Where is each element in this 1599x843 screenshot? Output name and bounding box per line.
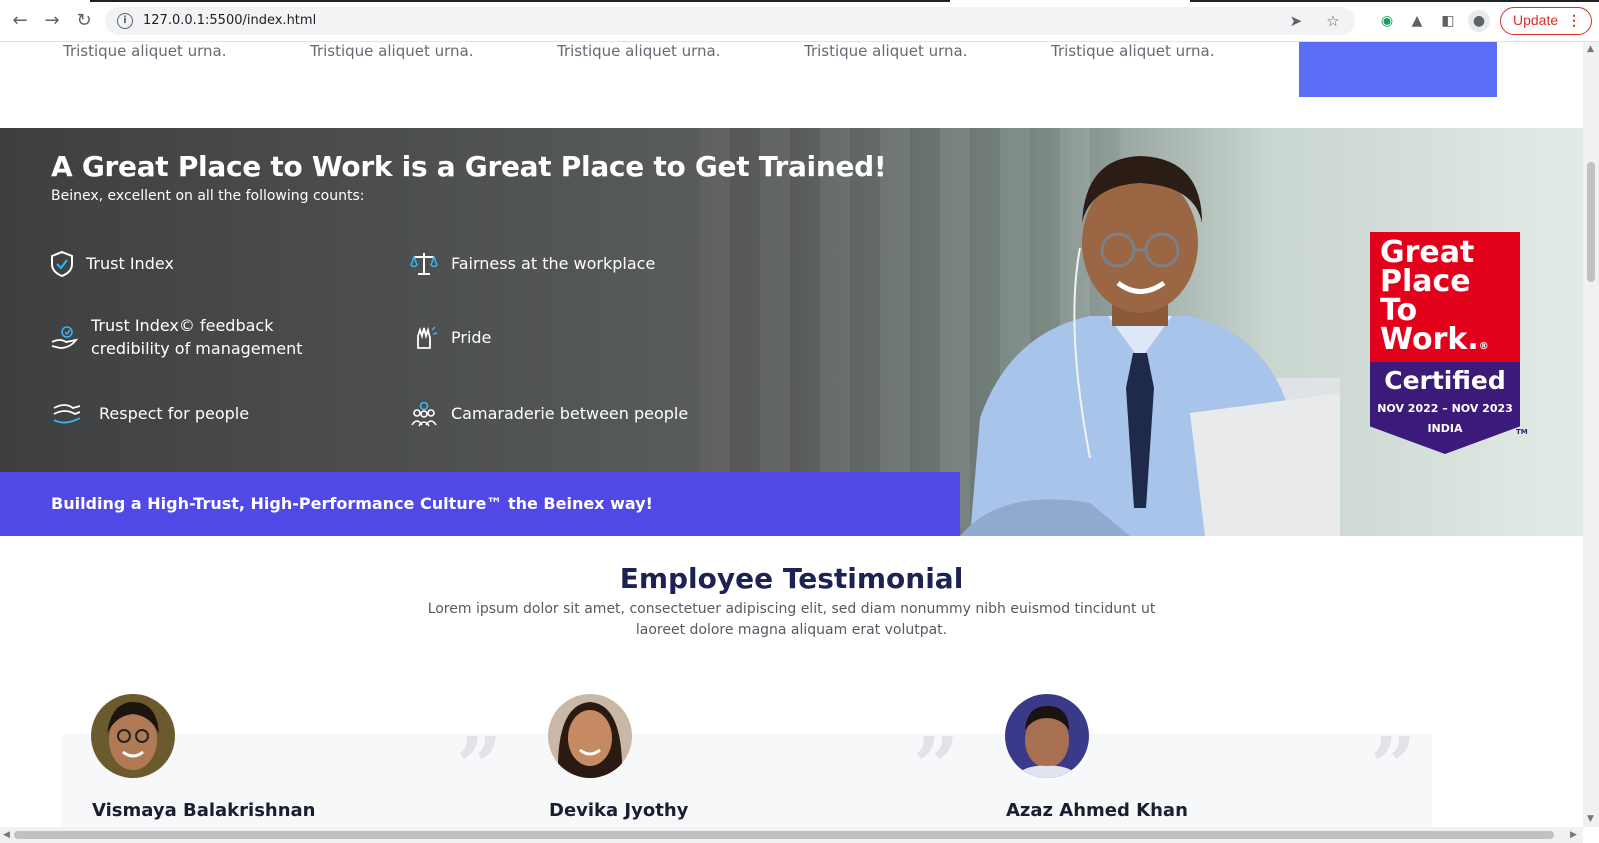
point-label: Respect for people	[99, 404, 250, 423]
grammarly-extension-icon[interactable]: ◉	[1376, 10, 1398, 32]
feature-text: Tristique aliquet urna.	[310, 42, 474, 60]
point-label-line1: Trust Index© feedback	[91, 316, 274, 335]
point-label: Pride	[451, 328, 492, 347]
badge-country: INDIA	[1427, 422, 1463, 435]
hero-section: A Great Place to Work is a Great Place t…	[0, 128, 1583, 536]
features-row: Tristique aliquet urna. Tristique alique…	[0, 42, 1583, 128]
badge-footer: Certified NOV 2022 – NOV 2023 INDIA	[1370, 362, 1520, 454]
badge-title: Great Place To Work.®	[1380, 235, 1489, 357]
accent-card	[1299, 42, 1497, 97]
scroll-down-arrow-icon[interactable]: ▼	[1587, 814, 1594, 824]
browser-toolbar: ← → ↻ i 127.0.0.1:5500/index.html ➤ ☆ ◉ …	[0, 0, 1599, 42]
culture-banner-text: Building a High-Trust, High-Performance …	[51, 494, 653, 513]
testimonial-title: Employee Testimonial	[619, 562, 964, 595]
profile-avatar-icon[interactable]: ●	[1468, 10, 1490, 32]
hand-check-icon	[51, 326, 78, 349]
side-panel-icon[interactable]: ◧	[1437, 10, 1459, 32]
extensions-puzzle-icon[interactable]: ▲	[1406, 10, 1428, 32]
point-label: Fairness at the workplace	[451, 254, 656, 273]
scroll-left-arrow-icon[interactable]: ◀	[3, 830, 10, 840]
raised-hand-icon	[417, 326, 438, 349]
culture-banner: Building a High-Trust, High-Performance …	[0, 472, 960, 536]
hero-subtitle: Beinex, excellent on all the following c…	[51, 188, 365, 204]
quote-icon: ”	[913, 719, 960, 813]
people-group-icon	[411, 401, 437, 427]
address-bar-actions: ➤ ☆	[1274, 11, 1343, 31]
vertical-scrollbar[interactable]: ▲ ▼	[1583, 42, 1599, 827]
send-icon[interactable]: ➤	[1286, 11, 1306, 31]
page-viewport: Tristique aliquet urna. Tristique alique…	[0, 42, 1583, 827]
hero-title: A Great Place to Work is a Great Place t…	[51, 150, 887, 183]
shield-check-icon	[51, 250, 73, 278]
point-label-line2: credibility of management	[91, 339, 303, 358]
point-label: Trust Index	[86, 254, 174, 273]
vertical-scroll-thumb[interactable]	[1587, 162, 1595, 282]
point-label: Camaraderie between people	[451, 404, 689, 423]
quote-icon: ”	[456, 719, 503, 813]
avatar	[548, 694, 632, 778]
feature-text: Tristique aliquet urna.	[63, 42, 227, 60]
employee-photo	[960, 156, 1340, 536]
scroll-right-arrow-icon[interactable]: ▶	[1570, 830, 1577, 840]
bookmark-star-icon[interactable]: ☆	[1323, 11, 1343, 31]
menu-dots-icon: ⋮	[1567, 12, 1581, 28]
feature-text: Tristique aliquet urna.	[1051, 42, 1215, 60]
horizontal-scrollbar[interactable]: ◀ ▶	[0, 827, 1583, 843]
tab-strip-edge	[0, 0, 1599, 3]
quote-icon: ”	[1370, 719, 1417, 813]
scales-icon	[410, 253, 438, 275]
testimonial-description: Lorem ipsum dolor sit amet, consectetuer…	[427, 601, 1156, 638]
testimonial-name: Vismaya Balakrishnan	[92, 800, 316, 821]
avatar	[1005, 694, 1089, 778]
update-button[interactable]: Update ⋮	[1500, 7, 1592, 35]
testimonial-name: Devika Jyothy	[549, 800, 689, 821]
great-place-to-work-badge: Great Place To Work.® Certified NOV 2022…	[1370, 232, 1528, 454]
feature-text: Tristique aliquet urna.	[804, 42, 968, 60]
back-arrow-icon[interactable]: ←	[8, 9, 32, 33]
site-info-icon[interactable]: i	[117, 13, 133, 29]
update-label: Update	[1513, 12, 1559, 28]
badge-trademark: TM	[1516, 428, 1528, 436]
avatar	[91, 694, 175, 778]
badge-certified: Certified	[1384, 366, 1506, 395]
badge-header: Great Place To Work.®	[1370, 232, 1520, 362]
badge-dates: NOV 2022 – NOV 2023	[1377, 402, 1513, 415]
url-text[interactable]: 127.0.0.1:5500/index.html	[143, 13, 316, 28]
handshake-icon	[53, 404, 81, 424]
testimonial-name: Azaz Ahmed Khan	[1006, 800, 1188, 821]
horizontal-scroll-thumb[interactable]	[14, 831, 1554, 839]
scroll-up-arrow-icon[interactable]: ▲	[1587, 44, 1594, 54]
address-bar[interactable]: i 127.0.0.1:5500/index.html ➤ ☆	[105, 7, 1355, 35]
forward-arrow-icon[interactable]: →	[40, 9, 64, 33]
feature-text: Tristique aliquet urna.	[557, 42, 721, 60]
reload-icon[interactable]: ↻	[72, 9, 96, 33]
